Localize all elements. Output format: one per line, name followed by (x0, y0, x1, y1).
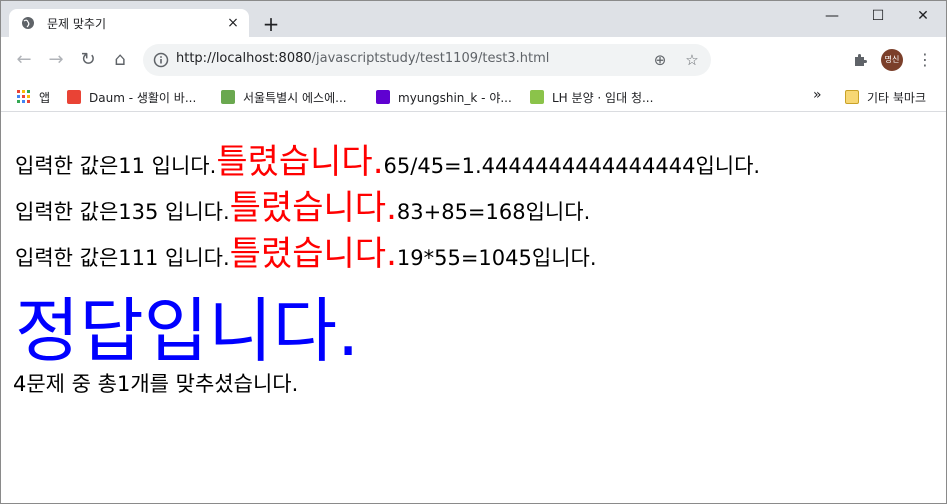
result-expression: 65/45=1.4444444444444444입니다. (383, 154, 761, 178)
bookmark-seoul[interactable]: 서울특별시 에스에... (221, 89, 347, 107)
page-content: 입력한 값은11 입니다.틀렸습니다.65/45=1.4444444444444… (1, 112, 946, 503)
maximize-button[interactable]: ☐ (855, 1, 901, 31)
extension-green-label: ▣ (824, 55, 834, 65)
url-path: /javascriptstudy/test1109/test3.html (311, 51, 550, 66)
wrong-message: 틀렸습니다. (229, 234, 397, 274)
extension-i-label: I (731, 55, 735, 65)
url-host: http://localhost:8080 (176, 51, 312, 66)
bookmark-yahoo[interactable]: myungshin_k - 야... (376, 89, 512, 107)
reload-button[interactable]: ↻ (76, 48, 100, 72)
extension-green-icon[interactable]: ▣ (821, 52, 837, 68)
result-line-3: 입력한 값은111 입니다.틀렸습니다.19*55=1045입니다. (15, 226, 597, 275)
address-bar[interactable]: http://localhost:8080/javascriptstudy/te… (143, 44, 711, 76)
profile-avatar[interactable]: 명신 (881, 49, 903, 71)
bookmark-yahoo-label: myungshin_k - 야... (398, 91, 512, 105)
result-line-2: 입력한 값은135 입니다.틀렸습니다.83+85=168입니다. (15, 180, 590, 229)
result-expression: 83+85=168입니다. (396, 200, 591, 224)
bookmark-seoul-label: 서울특별시 에스에... (243, 91, 347, 105)
url-text[interactable]: http://localhost:8080/javascriptstudy/te… (176, 51, 549, 66)
extension-ex-label: EX (758, 55, 772, 65)
forward-button[interactable]: → (44, 48, 68, 72)
yahoo-icon (376, 90, 390, 104)
extension-ex-icon[interactable]: EX (757, 52, 773, 68)
lh-icon (530, 90, 544, 104)
apps-grid-icon (17, 90, 30, 103)
seoul-sh-icon (221, 90, 235, 104)
wrong-message: 틀렸습니다. (229, 188, 397, 228)
extension-c-icon[interactable]: C (789, 52, 805, 68)
extension-i-icon[interactable]: I (725, 52, 741, 68)
result-prefix: 입력한 값은135 입니다. (15, 200, 230, 224)
back-button[interactable]: ← (12, 48, 36, 72)
browser-window: 문제 맞추기 × + — ☐ ✕ ← → ↻ ⌂ http://localhos… (0, 0, 947, 504)
tab-title: 문제 맞추기 (47, 17, 107, 31)
puzzle-extensions-icon[interactable] (852, 52, 868, 68)
bookmark-daum[interactable]: Daum - 생활이 바... (67, 89, 196, 107)
minimize-button[interactable]: — (809, 1, 855, 31)
bookmark-lh[interactable]: LH 분양 · 임대 청... (530, 89, 653, 107)
info-icon[interactable] (153, 52, 169, 68)
home-button[interactable]: ⌂ (108, 48, 132, 72)
zoom-icon[interactable]: ⊕ (651, 51, 669, 69)
score-summary: 4문제 중 총1개를 맞추셨습니다. (13, 372, 299, 396)
result-prefix: 입력한 값은111 입니다. (15, 246, 230, 270)
result-expression: 19*55=1045입니다. (396, 246, 597, 270)
tab-strip: 문제 맞추기 × + — ☐ ✕ (1, 1, 946, 37)
result-prefix: 입력한 값은11 입니다. (15, 154, 217, 178)
close-window-button[interactable]: ✕ (900, 1, 946, 31)
bookmark-lh-label: LH 분양 · 임대 청... (552, 91, 654, 105)
bookmark-other-folder[interactable]: 기타 북마크 (845, 89, 926, 107)
extension-c-label: C (793, 55, 801, 65)
bookmark-apps-label: 앱 (39, 91, 51, 105)
wrong-message: 틀렸습니다. (216, 142, 384, 182)
bookmarks-bar: 앱 Daum - 생활이 바... 서울특별시 에스에... myungshin… (1, 83, 946, 112)
result-line-1: 입력한 값은11 입니다.틀렸습니다.65/45=1.4444444444444… (15, 134, 760, 183)
bookmark-other-label: 기타 북마크 (867, 91, 927, 105)
folder-icon (845, 90, 859, 104)
tab-close-icon[interactable]: × (225, 15, 241, 31)
browser-tab[interactable]: 문제 맞추기 × (9, 9, 249, 37)
menu-kebab-icon[interactable]: ⋮ (917, 51, 933, 69)
bookmark-apps[interactable]: 앱 (17, 89, 50, 107)
correct-message: 정답입니다. (15, 290, 360, 372)
bookmark-daum-label: Daum - 생활이 바... (89, 91, 197, 105)
new-tab-button[interactable]: + (259, 13, 283, 37)
daum-icon (67, 90, 81, 104)
globe-icon (22, 17, 34, 29)
toolbar: ← → ↻ ⌂ http://localhost:8080/javascript… (1, 37, 946, 83)
bookmarks-more-icon[interactable]: » (813, 87, 822, 105)
bookmark-star-icon[interactable]: ☆ (683, 51, 701, 69)
